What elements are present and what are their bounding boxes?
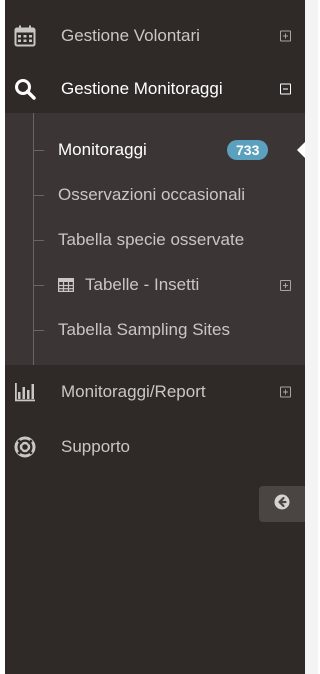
submenu-item-label: Tabella specie osservate	[58, 230, 245, 249]
expand-plus-icon[interactable]	[280, 280, 291, 291]
expand-plus-icon[interactable]	[280, 30, 291, 42]
menu-item-gestione-volontari[interactable]: Gestione Volontari	[5, 14, 305, 58]
content-area-edge	[305, 0, 318, 674]
submenu-item-tabelle-insetti[interactable]: Tabelle - Insetti	[5, 264, 305, 306]
table-icon	[57, 277, 75, 293]
submenu-item-tabella-specie-osservate[interactable]: Tabella specie osservate	[5, 219, 305, 261]
lifebuoy-icon	[14, 436, 36, 458]
menu-item-label: Gestione Volontari	[61, 26, 200, 45]
sidebar: Gestione Volontari Gestione Monitoraggi …	[5, 0, 305, 674]
submenu-item-label: Monitoraggi	[58, 140, 147, 159]
collapse-minus-icon[interactable]	[280, 83, 291, 95]
menu-item-monitoraggi-report[interactable]: Monitoraggi/Report	[5, 370, 305, 414]
search-icon	[14, 78, 36, 100]
submenu-item-osservazioni-occasionali[interactable]: Osservazioni occasionali	[5, 174, 305, 216]
submenu-gestione-monitoraggi: Monitoraggi 733 Osservazioni occasionali…	[5, 113, 305, 365]
expand-plus-icon[interactable]	[280, 386, 291, 398]
calendar-icon	[14, 25, 36, 47]
menu-item-label: Monitoraggi/Report	[61, 382, 206, 401]
submenu-item-label: Tabelle - Insetti	[85, 275, 200, 294]
active-pointer	[297, 142, 305, 158]
submenu-item-tabella-sampling-sites[interactable]: Tabella Sampling Sites	[5, 309, 305, 351]
menu-item-label: Gestione Monitoraggi	[61, 79, 223, 98]
collapse-sidebar-button[interactable]	[259, 486, 305, 522]
menu-item-gestione-monitoraggi[interactable]: Gestione Monitoraggi	[5, 67, 305, 111]
menu-item-label: Supporto	[61, 437, 130, 456]
menu-item-supporto[interactable]: Supporto	[5, 425, 305, 469]
submenu-item-monitoraggi[interactable]: Monitoraggi 733	[5, 129, 305, 171]
submenu-item-label: Tabella Sampling Sites	[58, 320, 230, 339]
submenu-item-label: Osservazioni occasionali	[58, 185, 246, 204]
arrow-circle-left-icon	[274, 494, 290, 515]
count-badge: 733	[227, 140, 269, 160]
bar-chart-icon	[14, 381, 36, 403]
